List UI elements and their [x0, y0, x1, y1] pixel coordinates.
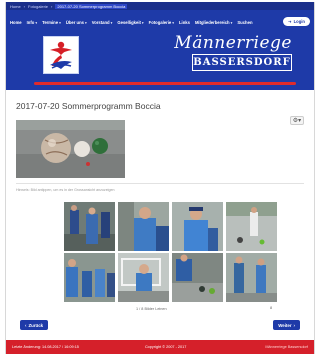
boccia-balls-photo	[16, 120, 125, 178]
gallery-thumbnail[interactable]	[64, 253, 115, 302]
photo-gallery	[64, 202, 279, 306]
content-divider	[16, 183, 304, 184]
nav-item-label: Home	[10, 19, 22, 25]
photo-boccia-court-image	[226, 202, 277, 251]
nav-item-label: Vorstand	[91, 19, 110, 25]
page-frame: Home › Fotogalerie › 2017-07-20 Sommerpr…	[5, 2, 315, 354]
login-button[interactable]: ➜ Login	[283, 17, 310, 26]
caret-down-icon: ▾	[59, 20, 61, 25]
footer-copyright: Copyright © 2007 - 2017	[144, 345, 187, 349]
gymnast-logo-icon	[50, 41, 72, 69]
photo-court-balls-image	[172, 253, 223, 302]
intro-photo[interactable]	[16, 120, 125, 178]
photo-players-field-image	[226, 253, 277, 302]
photo-man-blue-shirt-image	[118, 202, 169, 251]
gear-icon: ⚙▾	[292, 118, 302, 124]
chevron-left-icon: ‹	[25, 322, 27, 328]
next-label: Weiter	[278, 322, 292, 328]
nav-item-mitgliederbereich[interactable]: Mitgliederbereich▾	[195, 20, 232, 25]
breadcrumb-home[interactable]: Home	[10, 4, 21, 9]
nav-item-termine[interactable]: Termine▾	[42, 20, 61, 25]
gallery-caption: 1 / 8 Bilder Leinen	[136, 307, 167, 311]
photo-man-cap-image	[172, 202, 223, 251]
caret-down-icon: ▾	[141, 20, 144, 25]
nav-item-label: Mitgliederbereich	[194, 19, 230, 25]
caret-down-icon: ▾	[35, 20, 38, 25]
caret-down-icon: ▾	[172, 20, 174, 25]
photo-group-image	[64, 253, 115, 302]
brand-title: Männerriege	[174, 33, 292, 53]
caret-down-icon: ▾	[110, 20, 113, 25]
gallery-thumbnail[interactable]	[226, 202, 277, 251]
nav-item-label: Links	[179, 19, 190, 25]
nav-item-info[interactable]: Info▾	[27, 20, 37, 25]
breadcrumb-current: 2017-07-20 Sommerprogramm Boccia	[55, 3, 128, 9]
nav-item-label: Suchen	[237, 19, 253, 25]
nav-item-ueber-uns[interactable]: Über uns▾	[66, 20, 87, 25]
nav-item-label: Über uns	[65, 19, 84, 25]
login-label: Login	[293, 19, 305, 24]
nav-item-label: Info	[26, 19, 35, 25]
caret-down-icon: ▾	[230, 20, 233, 25]
photo-goal-image	[118, 253, 169, 302]
chevron-right-icon: ›	[293, 322, 295, 328]
nav-item-vorstand[interactable]: Vorstand▾	[92, 20, 113, 25]
next-button[interactable]: Weiter ›	[273, 320, 300, 330]
gallery-thumbnail[interactable]	[118, 253, 169, 302]
nav-item-geselligkeit[interactable]: Geselligkeit▾	[117, 20, 143, 25]
breadcrumb-separator: ›	[51, 3, 53, 9]
main-nav: Home Info▾ Termine▾ Über uns▾ Vorstand▾ …	[10, 16, 310, 28]
breadcrumb: Home › Fotogalerie › 2017-07-20 Sommerpr…	[6, 2, 314, 10]
nav-item-label: Geselligkeit	[117, 19, 141, 25]
previous-button[interactable]: ‹ Zurück	[20, 320, 49, 330]
gallery-hint: Hinweis: Bild antippen, um es in der Gro…	[16, 188, 115, 192]
nav-item-home[interactable]: Home	[10, 20, 22, 25]
gallery-thumbnail[interactable]	[64, 202, 115, 251]
brand-subtitle: BASSERSDORF	[192, 54, 292, 71]
previous-label: Zurück	[28, 322, 44, 328]
gallery-thumbnail[interactable]	[172, 253, 223, 302]
nav-item-label: Fotogalerie	[148, 19, 172, 25]
gallery-count: 8	[270, 306, 273, 310]
breadcrumb-gallery[interactable]: Fotogalerie	[28, 4, 48, 9]
gallery-thumbnail[interactable]	[118, 202, 169, 251]
article-tools-button[interactable]: ⚙▾	[290, 116, 304, 125]
arrow-right-icon: ➜	[288, 19, 292, 24]
caret-down-icon: ▾	[85, 20, 87, 25]
gallery-thumbnail[interactable]	[226, 253, 277, 302]
site-header: Home Info▾ Termine▾ Über uns▾ Vorstand▾ …	[6, 10, 314, 90]
club-logo[interactable]	[43, 36, 79, 74]
nav-item-label: Termine	[42, 19, 59, 25]
nav-item-suchen[interactable]: Suchen	[237, 20, 252, 25]
nav-item-links[interactable]: Links	[179, 20, 190, 25]
footer-link[interactable]: Männerriege Bassersdorf	[265, 345, 308, 349]
photo-players-image	[64, 202, 115, 251]
nav-item-fotogalerie[interactable]: Fotogalerie▾	[149, 20, 174, 25]
header-divider	[34, 82, 296, 85]
footer-last-modified: Letzte Änderung: 14.08.2017 / 16:09:15	[12, 345, 79, 349]
gallery-thumbnail[interactable]	[172, 202, 223, 251]
breadcrumb-separator: ›	[23, 3, 26, 9]
page-title: 2017-07-20 Sommerprogramm Boccia	[16, 101, 161, 111]
site-footer: Letzte Änderung: 14.08.2017 / 16:09:15 C…	[6, 340, 314, 354]
